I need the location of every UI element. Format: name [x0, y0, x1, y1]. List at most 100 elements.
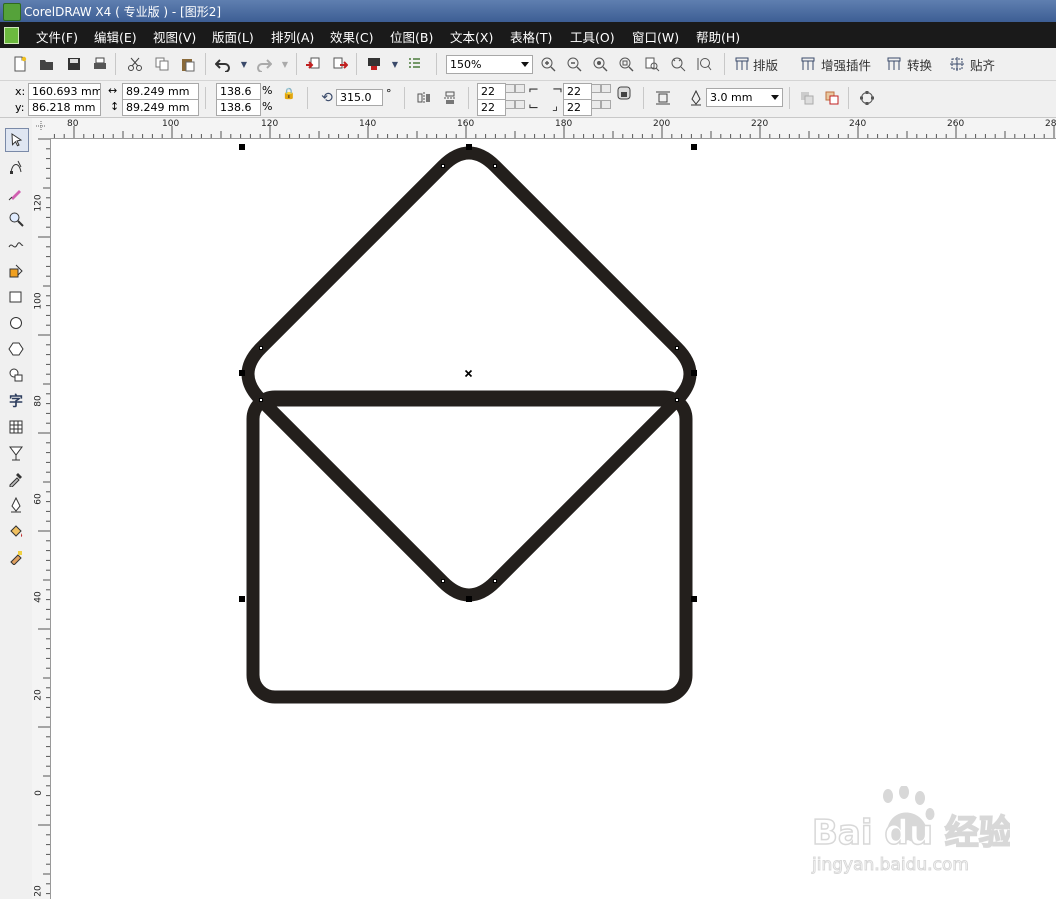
selection-handle-top[interactable] — [466, 144, 472, 150]
node-handle[interactable] — [441, 164, 445, 168]
spin-up-button[interactable] — [515, 100, 525, 109]
enhance-plugin-button[interactable]: 增强插件 — [800, 54, 871, 74]
horizontal-ruler[interactable]: 80 100 120 140 160 180 200 220 240 260 2… — [50, 118, 1056, 139]
menu-view[interactable]: 视图(V) — [153, 27, 196, 46]
document-icon[interactable] — [4, 27, 19, 44]
menu-table[interactable]: 表格(T) — [510, 27, 552, 46]
node-handle[interactable] — [259, 398, 263, 402]
zoom-in-icon[interactable] — [538, 54, 558, 74]
menu-edit[interactable]: 编辑(E) — [94, 27, 137, 46]
drawing-canvas[interactable] — [51, 139, 1056, 899]
envelope-drawing[interactable] — [51, 139, 1056, 899]
copy-icon[interactable] — [152, 54, 172, 74]
mirror-horizontal-icon[interactable] — [414, 88, 434, 108]
table-tool-icon[interactable] — [5, 416, 27, 438]
selection-handle-bottom[interactable] — [466, 596, 472, 602]
selection-handle-top-right[interactable] — [691, 144, 697, 150]
paste-icon[interactable] — [178, 54, 198, 74]
round-corners-together-icon[interactable] — [614, 83, 634, 103]
envelope-flap[interactable] — [241, 146, 697, 407]
spin-down-button[interactable] — [591, 84, 601, 93]
selection-handle-bottom-left[interactable] — [239, 596, 245, 602]
smart-fill-icon[interactable] — [5, 260, 27, 282]
object-width-field[interactable]: 89.249 mm — [122, 83, 199, 100]
ellipse-tool-icon[interactable] — [5, 312, 27, 334]
selection-handle-left[interactable] — [239, 370, 245, 376]
fill-tool-icon[interactable] — [5, 520, 27, 542]
undo-dropdown-icon[interactable]: ▼ — [234, 54, 254, 74]
menu-text[interactable]: 文本(X) — [450, 27, 493, 46]
cut-icon[interactable] — [125, 54, 145, 74]
convert-to-curves-icon[interactable] — [857, 88, 877, 108]
eyedropper-icon[interactable] — [5, 468, 27, 490]
selection-handle-bottom-right[interactable] — [691, 596, 697, 602]
node-handle[interactable] — [493, 579, 497, 583]
import-icon[interactable] — [303, 54, 323, 74]
zoom-width-icon[interactable] — [668, 54, 688, 74]
y-position-field[interactable]: 86.218 mm — [28, 99, 101, 116]
menu-file[interactable]: 文件(F) — [36, 27, 78, 46]
selection-handle-top-left[interactable] — [239, 144, 245, 150]
corner-radius-bottom-right-field[interactable]: 22 — [563, 99, 592, 116]
node-handle[interactable] — [675, 346, 679, 350]
redo-dropdown-icon[interactable]: ▼ — [275, 54, 295, 74]
zoom-level-combo[interactable]: 150% — [446, 55, 533, 74]
zoom-page-icon[interactable] — [642, 54, 662, 74]
export-icon[interactable] — [330, 54, 350, 74]
welcome-screen-icon[interactable] — [405, 54, 425, 74]
save-icon[interactable] — [64, 54, 84, 74]
open-folder-icon[interactable] — [37, 54, 57, 74]
rotation-angle-field[interactable]: 315.0 — [336, 89, 383, 106]
envelope-shape[interactable] — [241, 146, 697, 704]
ruler-origin[interactable] — [32, 118, 51, 139]
outline-tool-icon[interactable] — [5, 494, 27, 516]
layout-plugin-button[interactable]: 排版 — [734, 54, 778, 74]
menu-effects[interactable]: 效果(C) — [330, 27, 373, 46]
rectangle-tool-icon[interactable] — [5, 286, 27, 308]
corner-radius-top-right-field[interactable]: 22 — [563, 83, 592, 100]
object-height-field[interactable]: 89.249 mm — [122, 99, 199, 116]
dimension-tool-icon[interactable] — [5, 442, 27, 464]
corner-radius-top-left-field[interactable]: 22 — [477, 83, 506, 100]
undo-icon[interactable] — [213, 54, 233, 74]
wrap-text-icon[interactable] — [653, 88, 673, 108]
zoom-selected-icon[interactable] — [590, 54, 610, 74]
to-back-of-layer-icon[interactable] — [822, 88, 842, 108]
new-document-icon[interactable] — [10, 54, 30, 74]
menu-tools[interactable]: 工具(O) — [570, 27, 615, 46]
node-handle[interactable] — [441, 579, 445, 583]
mirror-vertical-icon[interactable] — [440, 88, 460, 108]
freehand-tool-icon[interactable] — [5, 234, 27, 256]
menu-layout[interactable]: 版面(L) — [212, 27, 254, 46]
x-position-field[interactable]: 160.693 mm — [28, 83, 101, 100]
convert-plugin-button[interactable]: 转换 — [886, 54, 932, 74]
node-handle[interactable] — [493, 164, 497, 168]
vertical-ruler[interactable]: 120 100 80 60 40 20 0 20 — [32, 138, 51, 899]
envelope-inner-fold[interactable] — [254, 393, 684, 602]
basic-shapes-icon[interactable] — [5, 364, 27, 386]
outline-width-combo[interactable]: 3.0 mm — [706, 88, 783, 107]
spin-down-button[interactable] — [591, 100, 601, 109]
menu-help[interactable]: 帮助(H) — [696, 27, 740, 46]
spin-down-button[interactable] — [505, 84, 515, 93]
lock-ratio-icon[interactable]: 🔒 — [279, 83, 299, 103]
menu-window[interactable]: 窗口(W) — [632, 27, 679, 46]
application-launcher-icon[interactable] — [364, 54, 384, 74]
selection-handle-right[interactable] — [691, 370, 697, 376]
spin-up-button[interactable] — [601, 84, 611, 93]
menu-arrange[interactable]: 排列(A) — [271, 27, 314, 46]
menu-bitmaps[interactable]: 位图(B) — [390, 27, 433, 46]
pick-tool-icon[interactable] — [5, 128, 29, 152]
launcher-dropdown-icon[interactable]: ▼ — [385, 54, 405, 74]
redo-icon[interactable] — [254, 54, 274, 74]
zoom-tool-icon[interactable] — [5, 208, 27, 230]
smudge-brush-icon[interactable] — [5, 182, 27, 204]
text-tool-icon[interactable]: 字 — [5, 390, 27, 412]
node-handle[interactable] — [675, 398, 679, 402]
spin-down-button[interactable] — [505, 100, 515, 109]
corner-radius-bottom-left-field[interactable]: 22 — [477, 99, 506, 116]
shape-tool-icon[interactable] — [5, 156, 27, 178]
envelope-body[interactable] — [246, 390, 693, 704]
snap-plugin-button[interactable]: 贴齐 — [949, 54, 995, 74]
print-icon[interactable] — [90, 54, 110, 74]
